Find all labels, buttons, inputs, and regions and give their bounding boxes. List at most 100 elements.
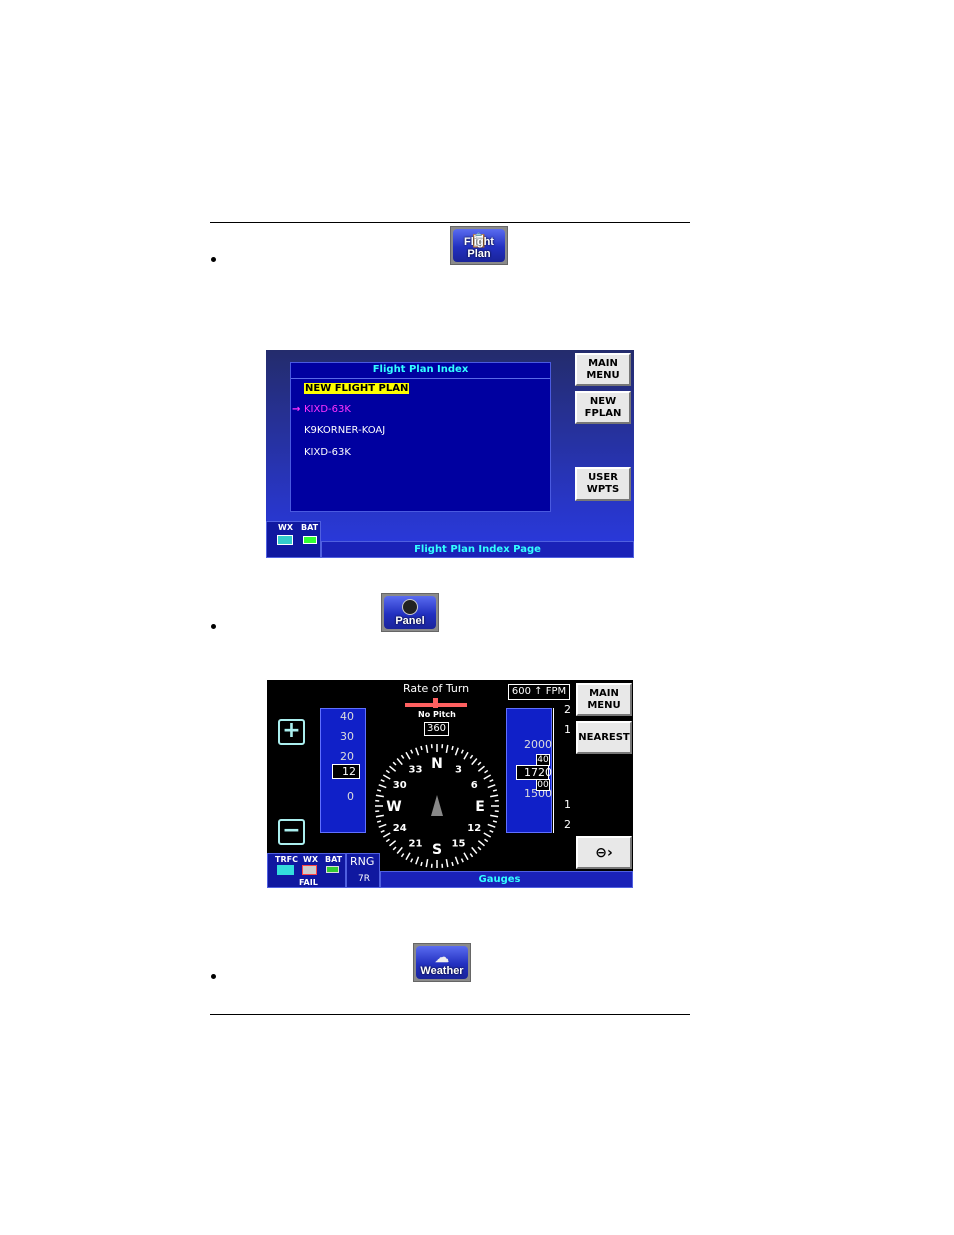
compass-tick (489, 829, 494, 833)
wx-fail-icon (302, 865, 317, 875)
compass-tick (378, 784, 387, 789)
compass-tick (420, 861, 423, 867)
traffic-icon (277, 865, 294, 875)
compass-label: 30 (393, 780, 407, 791)
status-box: WX BAT (266, 521, 321, 558)
compass-tick (463, 751, 469, 760)
compass-tick (396, 758, 403, 766)
compass-label: 3 (455, 764, 462, 775)
compass-tick (380, 829, 385, 833)
compass-tick (400, 754, 405, 759)
flight-plan-index-screen: Flight Plan Index NEW FLIGHT PLAN → KIXD… (266, 350, 634, 558)
compass-tick (477, 765, 485, 772)
compass-tick (389, 765, 397, 772)
page-title-bar: Flight Plan Index Page (321, 541, 634, 558)
range-label: RNG (350, 855, 375, 868)
compass-tick (375, 814, 384, 818)
zoom-in-button[interactable]: + (278, 719, 305, 745)
fplan-item[interactable]: KIXD-63K (304, 447, 351, 458)
compass-label: 12 (467, 823, 481, 834)
vsi-scale (553, 708, 554, 833)
page-title-bar: Gauges (380, 871, 633, 888)
panel-button[interactable]: Panel (381, 593, 439, 632)
new-fplan-button[interactable]: NEW FPLAN (575, 391, 631, 424)
compass-tick (382, 774, 391, 780)
compass-tick (489, 779, 494, 783)
weather-button[interactable]: ☁ Weather (413, 943, 471, 982)
bottom-rule (210, 1014, 690, 1015)
compass-tick (392, 846, 397, 851)
wx-label: WX (278, 523, 293, 532)
compass-tick (375, 794, 384, 798)
altitude-roll-upper: 40 (536, 754, 550, 766)
cloud-rain-icon: ☁ (435, 949, 449, 965)
compass-tick (415, 856, 420, 865)
compass-tick (445, 859, 449, 868)
vsi-value: 600 (511, 686, 531, 697)
fplan-item-new[interactable]: NEW FLIGHT PLAN (304, 383, 410, 394)
nearest-button[interactable]: NEAREST (576, 721, 632, 754)
zoom-out-button[interactable]: − (278, 819, 305, 845)
wx-label: WX (303, 855, 318, 864)
altitude-roll-lower: 00 (536, 779, 550, 791)
compass-tick (487, 784, 496, 789)
compass-rose: N E S W 36 1215 2124 3033 (375, 744, 499, 868)
compass-label: 24 (393, 823, 407, 834)
compass-tick (405, 852, 411, 861)
main-menu-button[interactable]: MAIN MENU (575, 353, 631, 386)
compass-tick (469, 754, 474, 759)
bullet (211, 624, 216, 629)
gauges-screen: + − 40 30 20 0 12 Rate of Turn No Pitch … (267, 680, 633, 888)
fail-label: FAIL (299, 878, 318, 887)
battery-icon (303, 536, 317, 544)
compass-tick (389, 840, 397, 847)
range-box[interactable]: RNG 7R (346, 853, 380, 888)
fplan-item[interactable]: K9KORNER-KOAJ (304, 425, 385, 436)
airspeed-readout: 12 (332, 764, 360, 779)
flight-plan-button[interactable]: 📋 Flight Plan (450, 226, 508, 265)
compass-tick (490, 814, 499, 818)
altitude-roll: 20 (538, 766, 552, 779)
compass-tick (454, 856, 459, 865)
compass-tick (380, 779, 385, 783)
exit-button[interactable]: ⊖› (576, 836, 632, 869)
bullet (211, 974, 216, 979)
compass-tick (382, 832, 391, 838)
compass-label: W (386, 799, 401, 815)
compass-tick (385, 769, 390, 774)
compass-tick (483, 832, 492, 838)
compass-tick (484, 838, 489, 843)
compass-tick (490, 794, 499, 798)
airspeed-tick-label: 20 (340, 750, 354, 763)
compass-tick (471, 846, 478, 854)
vsi-unit: FPM (545, 686, 567, 697)
compass-tick (445, 744, 449, 753)
airspeed-tick-label: 40 (340, 710, 354, 723)
compass-tick (460, 858, 464, 863)
user-wpts-button[interactable]: USER WPTS (575, 467, 631, 501)
compass-tick (477, 840, 485, 847)
status-box: TRFC WX BAT FAIL (267, 853, 346, 888)
bat-label: BAT (325, 855, 343, 864)
vsi-scale-label: 1 (564, 723, 571, 736)
altitude-label: 2000 (524, 738, 552, 751)
vsi-scale-label: 2 (564, 703, 571, 716)
main-menu-button[interactable]: MAIN MENU (576, 683, 632, 716)
vsi-readout: 600 ↑ FPM (508, 684, 570, 700)
vsi-scale-label: 1 (564, 798, 571, 811)
compass-tick (376, 820, 382, 823)
active-arrow-icon: → (292, 404, 301, 415)
compass-tick (463, 852, 469, 861)
turn-rate-marker (433, 698, 438, 708)
fplan-item[interactable]: KIXD-63K (304, 404, 351, 415)
aircraft-icon (431, 795, 443, 816)
compass-tick (454, 747, 459, 756)
panel-title: Flight Plan Index (291, 364, 550, 379)
compass-label: N (431, 756, 443, 772)
compass-tick (492, 820, 498, 823)
range-value: 7R (358, 874, 370, 884)
compass-tick (415, 747, 420, 756)
plus-icon: + (282, 718, 301, 743)
compass-tick (425, 859, 429, 868)
compass-tick (410, 858, 414, 863)
